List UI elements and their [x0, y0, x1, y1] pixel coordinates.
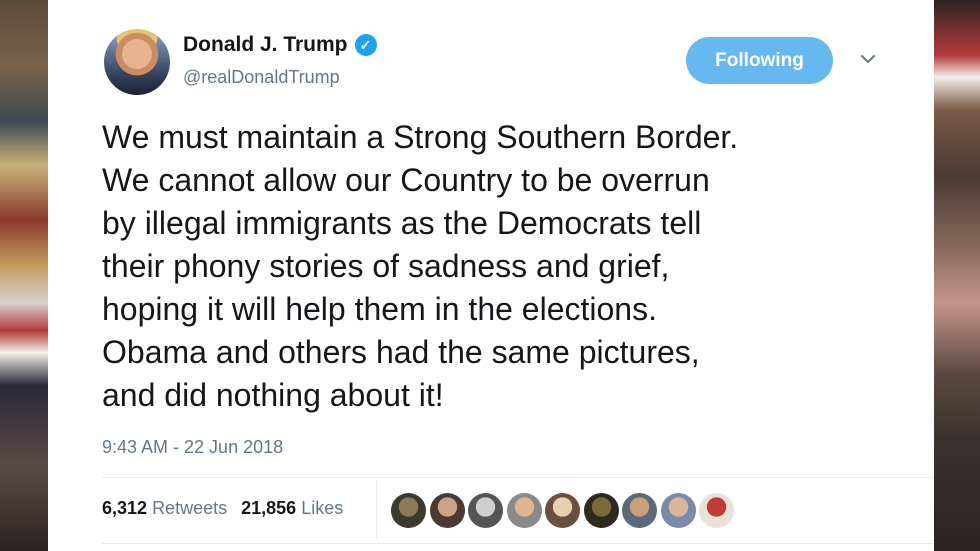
likes-stat[interactable]: 21,856 Likes: [241, 498, 343, 519]
retweets-stat[interactable]: 6,312 Retweets: [102, 498, 227, 519]
tweet-text-line: by illegal immigrants as the Democrats t…: [102, 205, 702, 241]
divider: [376, 480, 377, 540]
author-name[interactable]: Donald J. Trump: [183, 33, 348, 57]
liker-avatar[interactable]: [545, 493, 580, 528]
background-photo-left: [0, 0, 48, 551]
liker-avatar[interactable]: [660, 493, 696, 528]
liker-avatar[interactable]: [699, 493, 734, 528]
background-photo-right: [934, 0, 980, 551]
author-name-row[interactable]: Donald J. Trump ✓: [183, 33, 377, 57]
verified-badge-icon: ✓: [354, 34, 377, 56]
liker-avatars: [391, 493, 734, 528]
liker-avatar[interactable]: [506, 493, 542, 528]
following-button[interactable]: Following: [686, 37, 833, 84]
tweet-card: Donald J. Trump ✓ @realDonaldTrump Follo…: [48, 0, 934, 551]
tweet-text-line: their phony stories of sadness and grief…: [102, 248, 670, 284]
tweet-stats: 6,312 Retweets 21,856 Likes: [102, 498, 343, 519]
likes-count: 21,856: [241, 498, 297, 518]
divider: [102, 543, 934, 544]
tweet-text-line: Obama and others had the same pictures,: [102, 334, 700, 370]
divider: [102, 477, 934, 478]
liker-avatar[interactable]: [429, 493, 465, 528]
retweets-label: Retweets: [152, 498, 228, 518]
tweet-text-line: We cannot allow our Country to be overru…: [102, 162, 710, 198]
tweet-timestamp[interactable]: 9:43 AM - 22 Jun 2018: [102, 437, 283, 458]
liker-avatar[interactable]: [468, 493, 503, 528]
liker-avatar[interactable]: [622, 493, 657, 528]
tweet-text: We must maintain a Strong Southern Borde…: [102, 116, 902, 417]
tweet-text-line: hoping it will help them in the election…: [102, 291, 657, 327]
chevron-down-icon[interactable]: [859, 50, 877, 68]
retweets-count: 6,312: [102, 498, 148, 518]
author-handle[interactable]: @realDonaldTrump: [183, 67, 340, 88]
likes-label: Likes: [301, 498, 344, 518]
tweet-text-line: We must maintain a Strong Southern Borde…: [102, 119, 739, 155]
liker-avatar[interactable]: [391, 493, 426, 528]
liker-avatar[interactable]: [583, 493, 619, 528]
avatar[interactable]: [104, 29, 170, 95]
tweet-text-line: and did nothing about it!: [102, 377, 444, 413]
